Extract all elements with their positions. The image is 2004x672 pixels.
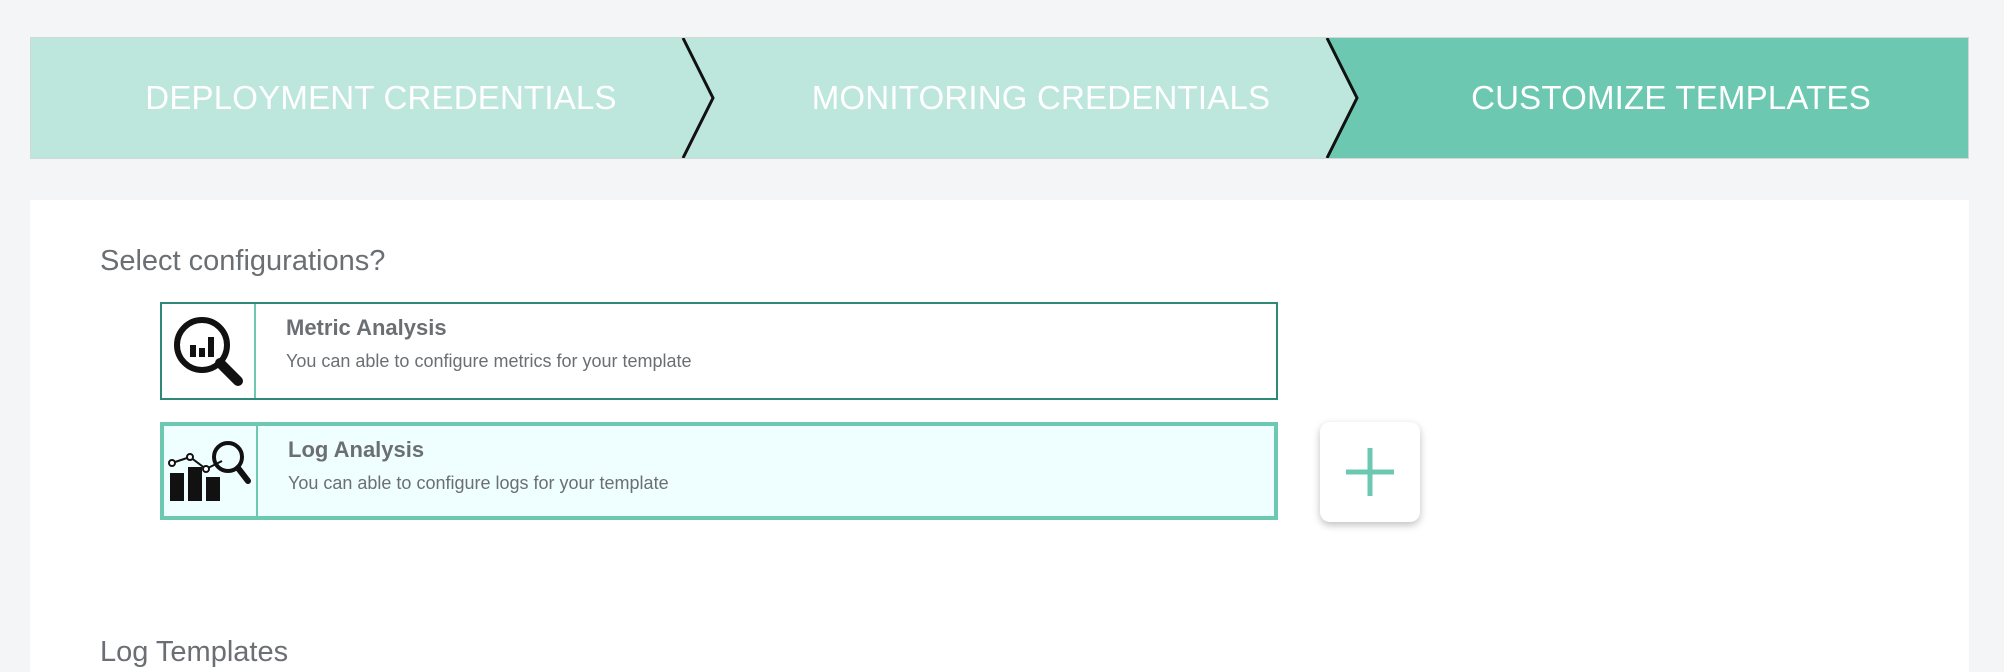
card-description: You can able to configure logs for your … xyxy=(288,473,669,493)
plus-icon xyxy=(1346,448,1394,496)
card-description: You can able to configure metrics for yo… xyxy=(286,351,692,371)
progress-stepper: DEPLOYMENT CREDENTIALS MONITORING CREDEN… xyxy=(30,37,1969,159)
step-label: MONITORING CREDENTIALS xyxy=(811,79,1271,116)
log-analysis-card[interactable]: Log Analysis You can able to configure l… xyxy=(160,422,1278,520)
step-monitoring-credentials[interactable]: MONITORING CREDENTIALS xyxy=(711,38,1371,158)
card-title: Metric Analysis xyxy=(286,315,447,340)
step-deployment-credentials[interactable]: DEPLOYMENT CREDENTIALS xyxy=(31,38,731,158)
configuration-panel: Select configurations? Metric Analysis Y… xyxy=(30,200,1969,672)
select-configurations-heading: Select configurations? xyxy=(100,245,386,277)
card-title: Log Analysis xyxy=(288,437,425,462)
card-body: Metric Analysis You can able to configur… xyxy=(256,304,692,398)
magnifier-chart-icon xyxy=(162,304,256,398)
add-configuration-button[interactable] xyxy=(1320,422,1420,522)
step-customize-templates[interactable]: CUSTOMIZE TEMPLATES xyxy=(1371,38,1968,158)
card-body: Log Analysis You can able to configure l… xyxy=(258,426,669,516)
chart-magnifier-icon xyxy=(164,426,258,516)
metric-analysis-card[interactable]: Metric Analysis You can able to configur… xyxy=(160,302,1278,400)
step-label: CUSTOMIZE TEMPLATES xyxy=(1471,79,1871,116)
log-templates-heading: Log Templates xyxy=(100,636,289,668)
step-label: DEPLOYMENT CREDENTIALS xyxy=(145,79,617,116)
